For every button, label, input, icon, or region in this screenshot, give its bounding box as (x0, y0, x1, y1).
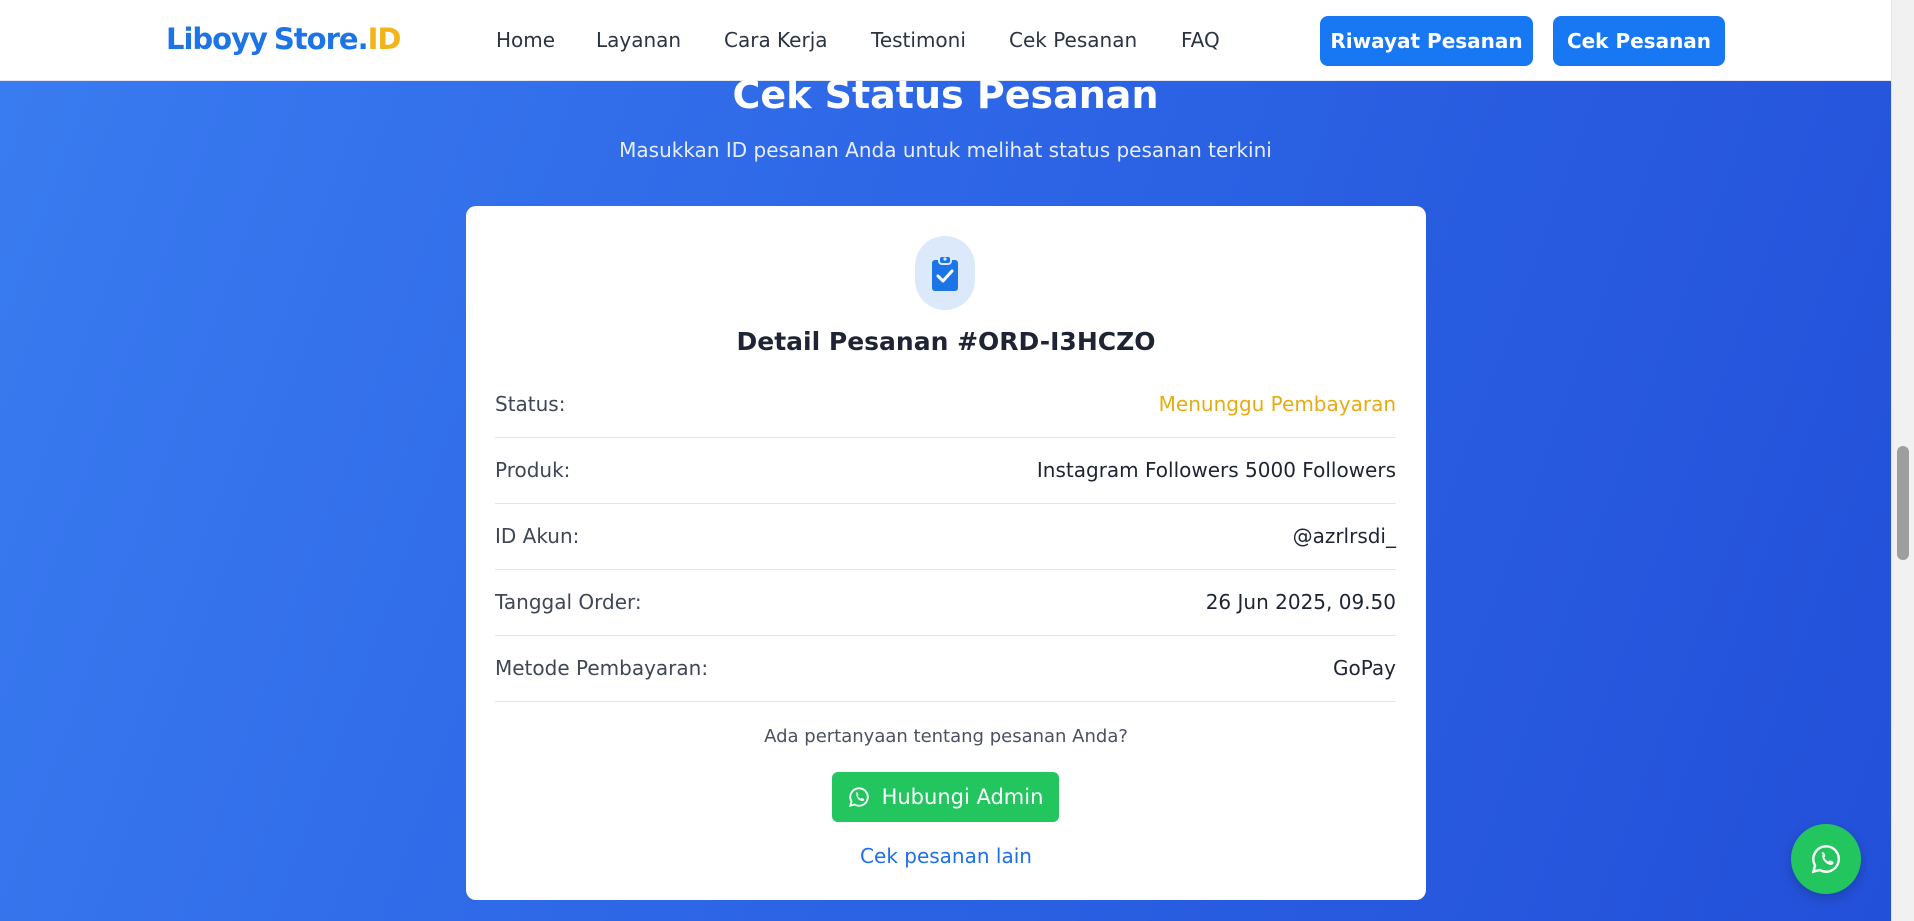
page-subtitle: Masukkan ID pesanan Anda untuk melihat s… (619, 138, 1272, 162)
detail-value: 26 Jun 2025, 09.50 (1205, 590, 1396, 614)
detail-label: Tanggal Order: (495, 590, 642, 614)
page-scrollbar[interactable] (1891, 0, 1914, 921)
nav-link-cara-kerja[interactable]: Cara Kerja (724, 28, 828, 52)
nav-link-faq[interactable]: FAQ (1181, 28, 1220, 52)
scrollbar-thumb[interactable] (1897, 446, 1909, 560)
detail-value: GoPay (1333, 656, 1396, 680)
floating-whatsapp-button[interactable] (1791, 824, 1861, 894)
nav-link-testimoni[interactable]: Testimoni (871, 28, 966, 52)
order-detail-card: Detail Pesanan #ORD-I3HCZO Status: Menun… (466, 206, 1426, 900)
logo-part-1: Liboyy (166, 22, 268, 56)
contact-admin-label: Hubungi Admin (881, 785, 1044, 809)
nav-link-layanan[interactable]: Layanan (596, 28, 681, 52)
detail-label: Status: (495, 392, 566, 416)
logo[interactable]: Liboyy Store.ID (166, 22, 402, 56)
detail-label: Produk: (495, 458, 571, 482)
riwayat-pesanan-button[interactable]: Riwayat Pesanan (1320, 16, 1533, 66)
page-viewport: Liboyy Store.ID Home Layanan Cara Kerja T… (0, 0, 1891, 921)
nav-link-cek-pesanan[interactable]: Cek Pesanan (1009, 28, 1137, 52)
navbar: Liboyy Store.ID Home Layanan Cara Kerja T… (0, 0, 1891, 81)
detail-row-account-id: ID Akun: @azrlrsdi_ (495, 504, 1396, 570)
detail-label: Metode Pembayaran: (495, 656, 709, 680)
order-title: Detail Pesanan #ORD-I3HCZO (736, 327, 1156, 356)
detail-value: @azrlrsdi_ (1292, 524, 1396, 548)
support-question: Ada pertanyaan tentang pesanan Anda? (764, 726, 1128, 747)
status-badge: Menunggu Pembayaran (1158, 392, 1396, 416)
whatsapp-icon (848, 787, 869, 808)
logo-part-3: ID (367, 22, 402, 56)
detail-value: Instagram Followers 5000 Followers (1036, 458, 1396, 482)
detail-row-product: Produk: Instagram Followers 5000 Followe… (495, 438, 1396, 504)
detail-label: ID Akun: (495, 524, 580, 548)
detail-row-payment-method: Metode Pembayaran: GoPay (495, 636, 1396, 702)
detail-row-status: Status: Menunggu Pembayaran (495, 372, 1396, 438)
whatsapp-icon (1811, 845, 1840, 874)
logo-part-2: Store. (273, 22, 369, 56)
cek-pesanan-button[interactable]: Cek Pesanan (1553, 16, 1725, 66)
clipboard-check-icon (932, 255, 958, 291)
order-icon-badge (915, 236, 975, 310)
contact-admin-button[interactable]: Hubungi Admin (832, 772, 1059, 822)
nav-link-home[interactable]: Home (496, 28, 555, 52)
detail-row-order-date: Tanggal Order: 26 Jun 2025, 09.50 (495, 570, 1396, 636)
check-other-order-link[interactable]: Cek pesanan lain (466, 844, 1426, 868)
page-title: Cek Status Pesanan (732, 73, 1159, 117)
